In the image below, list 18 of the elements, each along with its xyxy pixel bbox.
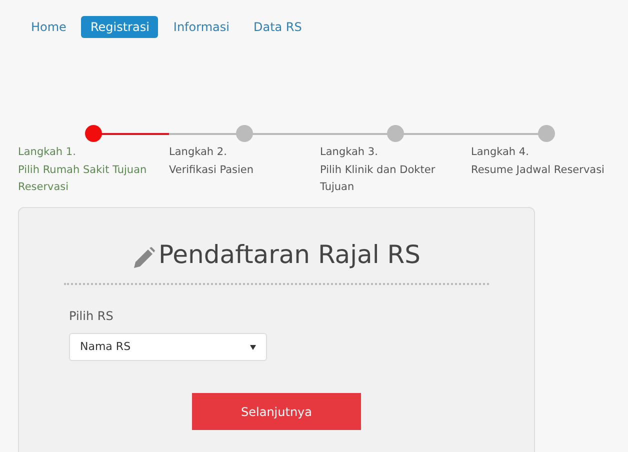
- step-description: Pilih Klinik dan Dokter Tujuan: [320, 162, 436, 195]
- step-title: Langkah 2.: [169, 145, 228, 160]
- next-button[interactable]: Selanjutnya: [192, 393, 361, 430]
- step-title: Langkah 3.: [320, 145, 379, 160]
- step-title: Langkah 1.: [18, 145, 77, 160]
- caret-icon: [250, 344, 256, 350]
- field-label: Pilih RS: [69, 308, 114, 325]
- nav-tab[interactable]: Informasi: [164, 16, 238, 38]
- step-description: Pilih Rumah Sakit Tujuan Reservasi: [18, 162, 148, 195]
- nav-tab[interactable]: Registrasi: [81, 16, 158, 38]
- pencil-icon: [132, 246, 156, 270]
- step-description: Resume Jadwal Reservasi: [471, 162, 606, 178]
- nav-tab[interactable]: Data RS: [244, 16, 311, 38]
- nav-tab[interactable]: Home: [22, 16, 76, 38]
- step-title: Langkah 4.: [471, 145, 530, 160]
- form-title: Pendaftaran Rajal RS: [158, 238, 420, 270]
- step-description: Verifikasi Pasien: [169, 162, 255, 178]
- hospital-select[interactable]: Nama RS: [69, 333, 267, 361]
